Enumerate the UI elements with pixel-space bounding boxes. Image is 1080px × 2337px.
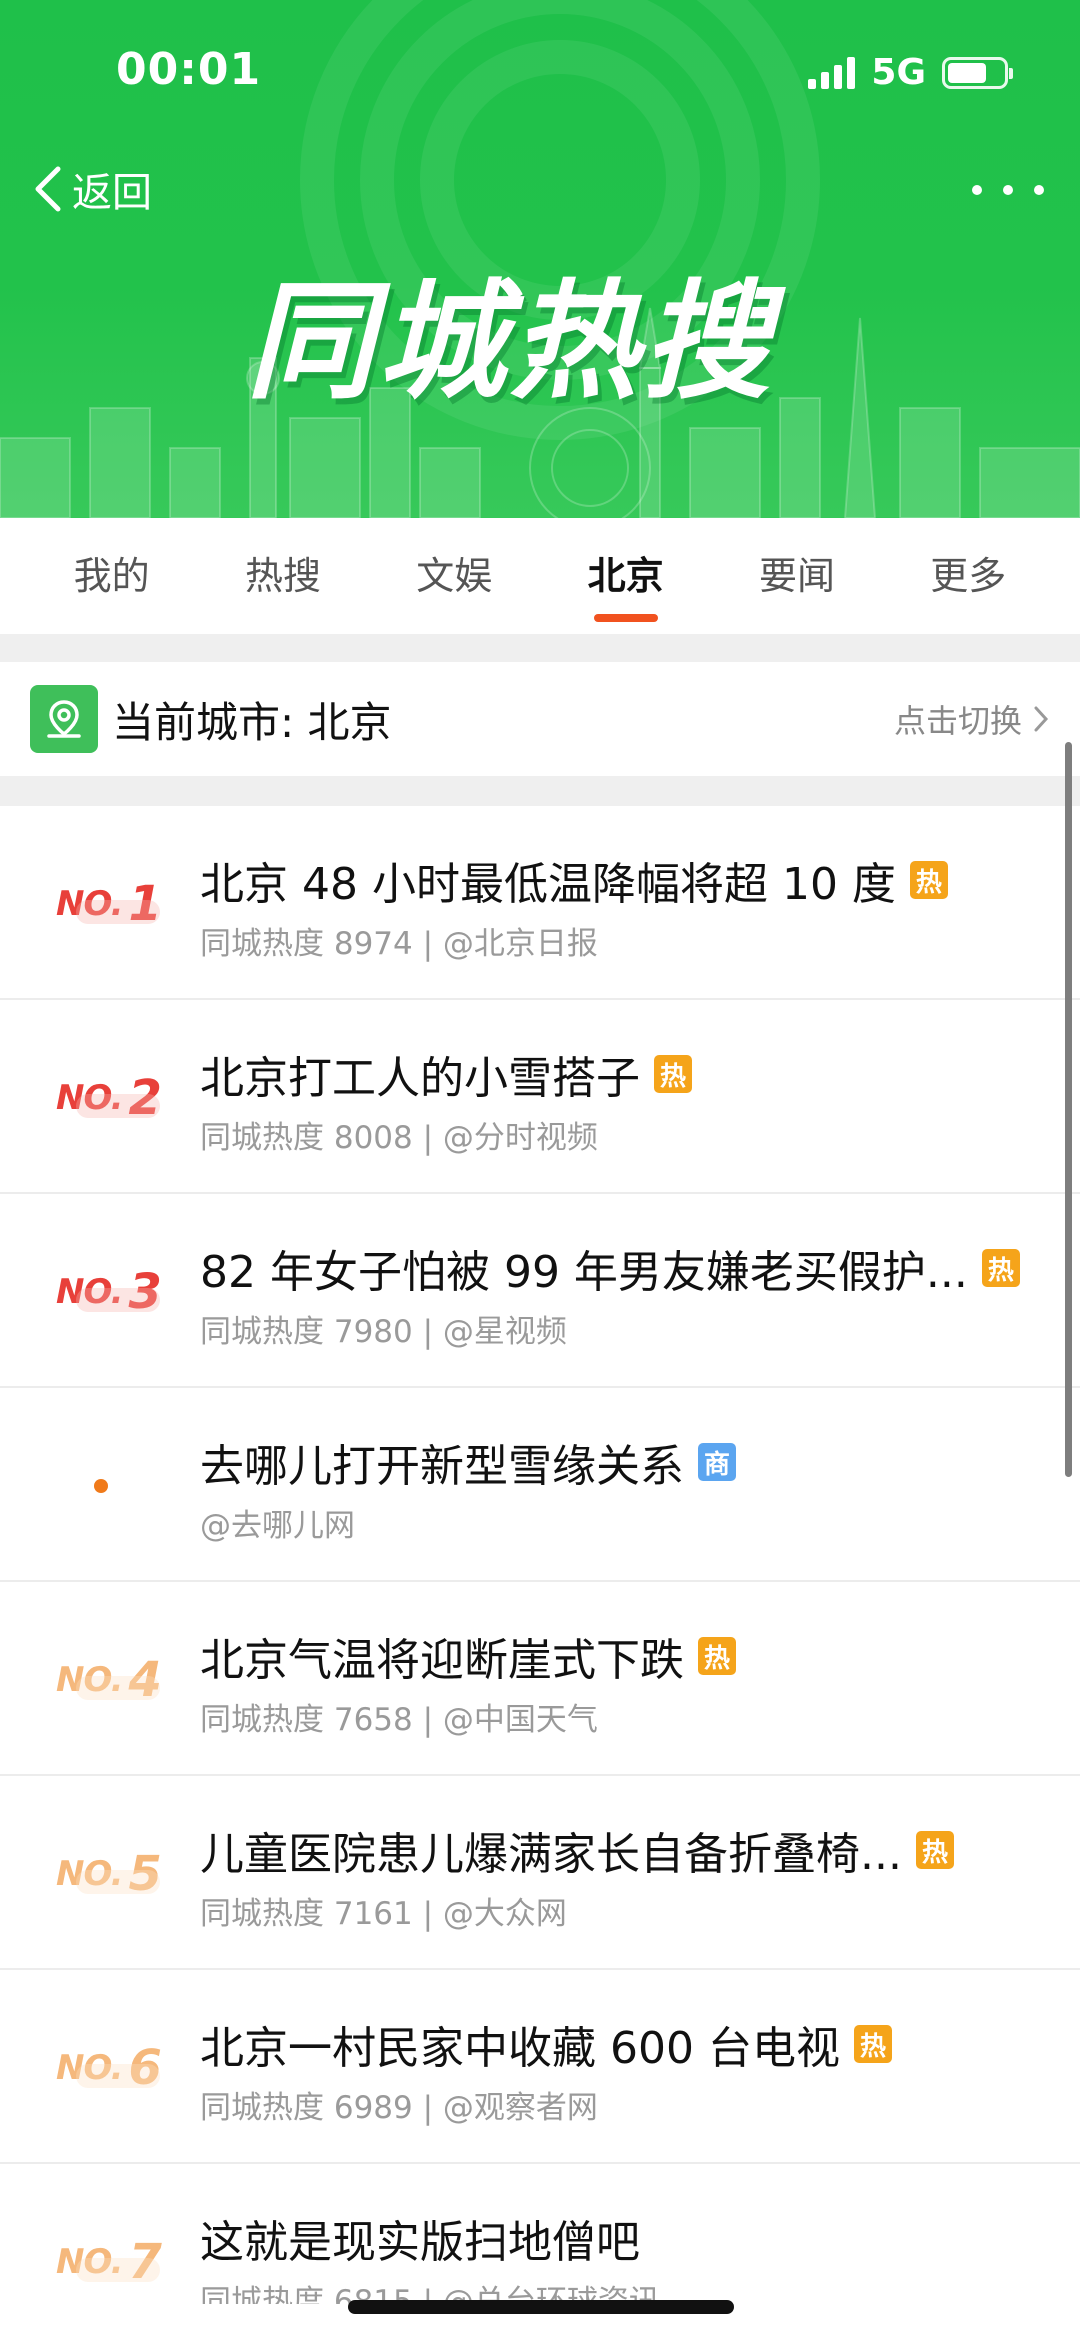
switch-city-label: 点击切换 bbox=[893, 702, 1022, 740]
chevron-right-icon bbox=[1034, 706, 1049, 732]
tab-news[interactable]: 要闻 bbox=[727, 518, 867, 634]
rank-label: NO. 1 bbox=[56, 876, 162, 932]
item-title: 北京 48 小时最低温降幅将超 10 度 bbox=[200, 859, 896, 910]
rank-label: NO. 3 bbox=[56, 1264, 162, 1320]
rank-label: NO. 2 bbox=[56, 1070, 162, 1126]
tab-more[interactable]: 更多 bbox=[898, 518, 1038, 634]
tab-beijing[interactable]: 北京 bbox=[556, 518, 696, 634]
network-label: 5G bbox=[871, 52, 926, 93]
banner-title: 同城热搜 bbox=[246, 268, 775, 417]
tab-entertainment[interactable]: 文娱 bbox=[384, 518, 524, 634]
item-title: 儿童医院患儿爆满家长自备折叠椅... bbox=[200, 1829, 902, 1880]
list-item[interactable]: NO. 6 北京一村民家中收藏 600 台电视 热 同城热度 6989 | @观… bbox=[0, 1970, 1080, 2164]
item-meta: @去哪儿网 bbox=[200, 1508, 355, 1544]
section-divider bbox=[0, 634, 1080, 662]
header-banner: 00:01 5G 返回 同城热搜 bbox=[0, 0, 1080, 518]
list-item[interactable]: NO. 3 82 年女子怕被 99 年男友嫌老买假护... 热 同城热度 798… bbox=[0, 1194, 1080, 1388]
hot-search-list: NO. 1 北京 48 小时最低温降幅将超 10 度 热 同城热度 8974 |… bbox=[0, 806, 1080, 2304]
item-title: 北京打工人的小雪搭子 bbox=[200, 1053, 640, 1104]
more-dots-icon[interactable] bbox=[972, 170, 1044, 210]
category-tabs: 我的 热搜 文娱 北京 要闻 更多 bbox=[0, 518, 1080, 634]
current-city-row: 当前城市: 北京 点击切换 bbox=[0, 662, 1080, 776]
list-item[interactable]: NO. 2 北京打工人的小雪搭子 热 同城热度 8008 | @分时视频 bbox=[0, 1000, 1080, 1194]
list-item[interactable]: NO. 1 北京 48 小时最低温降幅将超 10 度 热 同城热度 8974 |… bbox=[0, 806, 1080, 1000]
hot-badge: 热 bbox=[915, 1831, 954, 1869]
ad-badge: 商 bbox=[698, 1443, 736, 1481]
item-title: 这就是现实版扫地僧吧 bbox=[200, 2217, 640, 2268]
location-pin-icon bbox=[30, 685, 98, 753]
tab-mine[interactable]: 我的 bbox=[42, 518, 182, 634]
home-indicator[interactable] bbox=[348, 2300, 734, 2314]
item-title: 去哪儿打开新型雪缘关系 bbox=[200, 1441, 684, 1492]
item-title: 82 年女子怕被 99 年男友嫌老买假护... bbox=[200, 1247, 968, 1298]
back-label: 返回 bbox=[72, 170, 152, 216]
list-item[interactable]: NO. 5 儿童医院患儿爆满家长自备折叠椅... 热 同城热度 7161 | @… bbox=[0, 1776, 1080, 1970]
scrollbar[interactable] bbox=[1065, 742, 1072, 1477]
hot-badge: 热 bbox=[698, 1637, 736, 1675]
hot-badge: 热 bbox=[981, 1249, 1020, 1287]
item-meta: 同城热度 6989 | @观察者网 bbox=[200, 2090, 598, 2126]
rank-label: NO. 6 bbox=[56, 2040, 162, 2096]
section-divider bbox=[0, 776, 1080, 806]
status-indicators: 5G bbox=[808, 52, 1013, 93]
rank-label: NO. 7 bbox=[56, 2234, 162, 2290]
hot-badge: 热 bbox=[654, 1055, 692, 1093]
hot-badge: 热 bbox=[909, 861, 948, 899]
promoted-dot bbox=[94, 1479, 108, 1493]
tab-hot-search[interactable]: 热搜 bbox=[213, 518, 353, 634]
item-meta: 同城热度 8974 | @北京日报 bbox=[200, 926, 598, 962]
battery-icon bbox=[942, 56, 1013, 89]
item-meta: 同城热度 7980 | @星视频 bbox=[200, 1314, 567, 1350]
rank-label: NO. 4 bbox=[56, 1652, 162, 1708]
item-meta: 同城热度 8008 | @分时视频 bbox=[200, 1120, 598, 1156]
item-title: 北京气温将迎断崖式下跌 bbox=[200, 1635, 684, 1686]
item-title: 北京一村民家中收藏 600 台电视 bbox=[200, 2023, 840, 2074]
rank-label: NO. 5 bbox=[56, 1846, 162, 1902]
hot-badge: 热 bbox=[853, 2025, 892, 2063]
promoted-list-item[interactable]: 去哪儿打开新型雪缘关系 商 @去哪儿网 bbox=[0, 1388, 1080, 1582]
signal-icon bbox=[808, 56, 856, 89]
item-meta: 同城热度 7658 | @中国天气 bbox=[200, 1702, 598, 1738]
list-item[interactable]: NO. 7 这就是现实版扫地僧吧 同城热度 6815 | @总台环球资讯 bbox=[0, 2164, 1080, 2304]
back-chevron-icon bbox=[35, 166, 61, 212]
switch-city-button[interactable]: 点击切换 bbox=[894, 696, 1050, 742]
item-meta: 同城热度 7161 | @大众网 bbox=[200, 1896, 567, 1932]
current-city-label: 当前城市: 北京 bbox=[112, 697, 392, 747]
list-item[interactable]: NO. 4 北京气温将迎断崖式下跌 热 同城热度 7658 | @中国天气 bbox=[0, 1582, 1080, 1776]
status-time: 00:01 bbox=[116, 44, 262, 95]
back-button[interactable]: 返回 bbox=[30, 160, 152, 218]
